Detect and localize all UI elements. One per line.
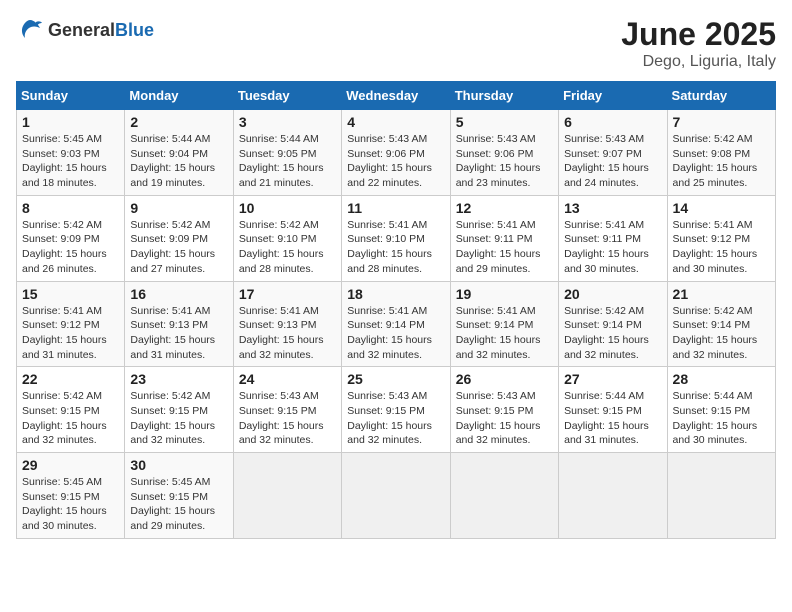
day-3: 3 Sunrise: 5:44 AMSunset: 9:05 PMDayligh… bbox=[233, 110, 341, 196]
day-14: 14 Sunrise: 5:41 AMSunset: 9:12 PMDaylig… bbox=[667, 195, 775, 281]
page-header: GeneralBlue June 2025 Dego, Liguria, Ita… bbox=[16, 16, 776, 71]
day-2: 2 Sunrise: 5:44 AMSunset: 9:04 PMDayligh… bbox=[125, 110, 233, 196]
logo-general: General bbox=[48, 20, 115, 40]
location-title: Dego, Liguria, Italy bbox=[621, 53, 776, 71]
empty-cell-1 bbox=[233, 453, 341, 539]
calendar-table: Sunday Monday Tuesday Wednesday Thursday… bbox=[16, 81, 776, 539]
header-wednesday: Wednesday bbox=[342, 82, 450, 110]
logo-text: GeneralBlue bbox=[48, 20, 154, 41]
header-thursday: Thursday bbox=[450, 82, 558, 110]
weekday-header-row: Sunday Monday Tuesday Wednesday Thursday… bbox=[17, 82, 776, 110]
month-title: June 2025 bbox=[621, 16, 776, 53]
header-sunday: Sunday bbox=[17, 82, 125, 110]
day-18: 18 Sunrise: 5:41 AMSunset: 9:14 PMDaylig… bbox=[342, 281, 450, 367]
week-row-4: 22 Sunrise: 5:42 AMSunset: 9:15 PMDaylig… bbox=[17, 367, 776, 453]
day-28: 28 Sunrise: 5:44 AMSunset: 9:15 PMDaylig… bbox=[667, 367, 775, 453]
empty-cell-4 bbox=[559, 453, 667, 539]
week-row-2: 8 Sunrise: 5:42 AMSunset: 9:09 PMDayligh… bbox=[17, 195, 776, 281]
header-tuesday: Tuesday bbox=[233, 82, 341, 110]
day-30: 30 Sunrise: 5:45 AMSunset: 9:15 PMDaylig… bbox=[125, 453, 233, 539]
day-20: 20 Sunrise: 5:42 AMSunset: 9:14 PMDaylig… bbox=[559, 281, 667, 367]
day-25: 25 Sunrise: 5:43 AMSunset: 9:15 PMDaylig… bbox=[342, 367, 450, 453]
day-19: 19 Sunrise: 5:41 AMSunset: 9:14 PMDaylig… bbox=[450, 281, 558, 367]
empty-cell-2 bbox=[342, 453, 450, 539]
day-8: 8 Sunrise: 5:42 AMSunset: 9:09 PMDayligh… bbox=[17, 195, 125, 281]
logo: GeneralBlue bbox=[16, 16, 154, 44]
day-27: 27 Sunrise: 5:44 AMSunset: 9:15 PMDaylig… bbox=[559, 367, 667, 453]
week-row-3: 15 Sunrise: 5:41 AMSunset: 9:12 PMDaylig… bbox=[17, 281, 776, 367]
day-22: 22 Sunrise: 5:42 AMSunset: 9:15 PMDaylig… bbox=[17, 367, 125, 453]
week-row-5: 29 Sunrise: 5:45 AMSunset: 9:15 PMDaylig… bbox=[17, 453, 776, 539]
day-10: 10 Sunrise: 5:42 AMSunset: 9:10 PMDaylig… bbox=[233, 195, 341, 281]
empty-cell-5 bbox=[667, 453, 775, 539]
day-7: 7 Sunrise: 5:42 AMSunset: 9:08 PMDayligh… bbox=[667, 110, 775, 196]
day-12: 12 Sunrise: 5:41 AMSunset: 9:11 PMDaylig… bbox=[450, 195, 558, 281]
day-17: 17 Sunrise: 5:41 AMSunset: 9:13 PMDaylig… bbox=[233, 281, 341, 367]
day-26: 26 Sunrise: 5:43 AMSunset: 9:15 PMDaylig… bbox=[450, 367, 558, 453]
day-24: 24 Sunrise: 5:43 AMSunset: 9:15 PMDaylig… bbox=[233, 367, 341, 453]
header-friday: Friday bbox=[559, 82, 667, 110]
day-15: 15 Sunrise: 5:41 AMSunset: 9:12 PMDaylig… bbox=[17, 281, 125, 367]
day-9: 9 Sunrise: 5:42 AMSunset: 9:09 PMDayligh… bbox=[125, 195, 233, 281]
day-29: 29 Sunrise: 5:45 AMSunset: 9:15 PMDaylig… bbox=[17, 453, 125, 539]
header-monday: Monday bbox=[125, 82, 233, 110]
day-6: 6 Sunrise: 5:43 AMSunset: 9:07 PMDayligh… bbox=[559, 110, 667, 196]
day-23: 23 Sunrise: 5:42 AMSunset: 9:15 PMDaylig… bbox=[125, 367, 233, 453]
logo-blue: Blue bbox=[115, 20, 154, 40]
week-row-1: 1 Sunrise: 5:45 AMSunset: 9:03 PMDayligh… bbox=[17, 110, 776, 196]
day-1: 1 Sunrise: 5:45 AMSunset: 9:03 PMDayligh… bbox=[17, 110, 125, 196]
day-11: 11 Sunrise: 5:41 AMSunset: 9:10 PMDaylig… bbox=[342, 195, 450, 281]
empty-cell-3 bbox=[450, 453, 558, 539]
day-13: 13 Sunrise: 5:41 AMSunset: 9:11 PMDaylig… bbox=[559, 195, 667, 281]
day-16: 16 Sunrise: 5:41 AMSunset: 9:13 PMDaylig… bbox=[125, 281, 233, 367]
day-21: 21 Sunrise: 5:42 AMSunset: 9:14 PMDaylig… bbox=[667, 281, 775, 367]
logo-bird-icon bbox=[16, 16, 44, 44]
day-4: 4 Sunrise: 5:43 AMSunset: 9:06 PMDayligh… bbox=[342, 110, 450, 196]
day-5: 5 Sunrise: 5:43 AMSunset: 9:06 PMDayligh… bbox=[450, 110, 558, 196]
header-saturday: Saturday bbox=[667, 82, 775, 110]
title-area: June 2025 Dego, Liguria, Italy bbox=[621, 16, 776, 71]
